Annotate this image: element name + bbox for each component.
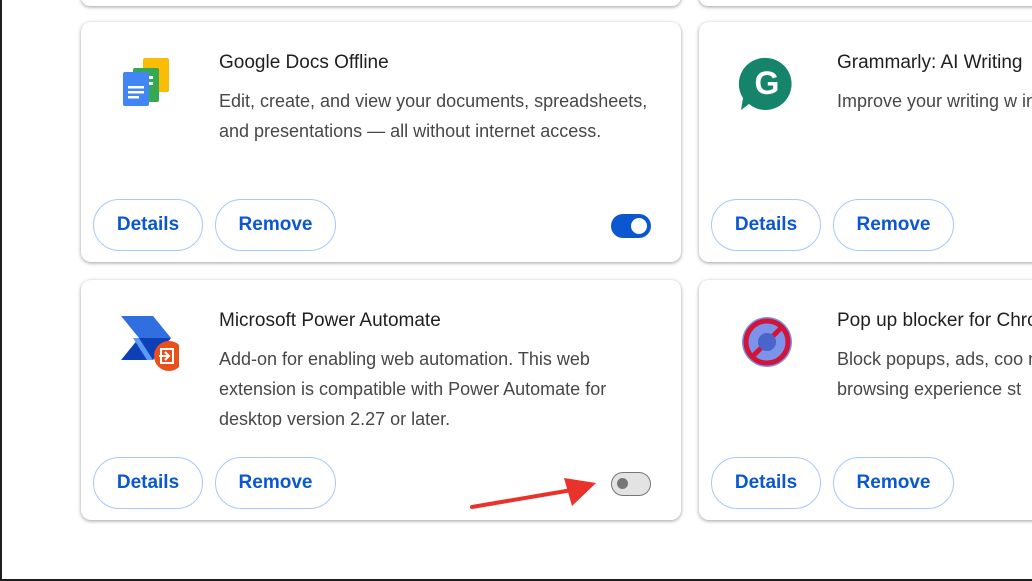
enable-toggle[interactable] — [611, 472, 651, 496]
toggle-knob — [617, 478, 628, 489]
extension-description: Block popups, ads, coo notifications, ad… — [837, 349, 1032, 399]
details-button[interactable]: Details — [711, 457, 821, 509]
details-button[interactable]: Details — [93, 199, 203, 251]
extension-card-google-docs-offline: Google Docs Offline Edit, create, and vi… — [81, 22, 681, 262]
svg-text:G: G — [755, 65, 780, 101]
extension-name: Microsoft Power Automate — [219, 310, 441, 331]
details-button[interactable]: Details — [711, 199, 821, 251]
google-docs-icon — [119, 54, 179, 114]
extension-card-pop-up-blocker: Pop up blocker for Chro Block popups, ad… — [699, 280, 1032, 520]
extension-card-partial — [699, 0, 1032, 6]
annotation-arrow-icon — [470, 478, 596, 509]
remove-button[interactable]: Remove — [833, 457, 954, 509]
extension-description: Improve your writing w including generat… — [837, 91, 1032, 111]
grammarly-icon: G — [737, 54, 797, 114]
extension-card-grammarly: G Grammarly: AI Writing Improve your wri… — [699, 22, 1032, 262]
extension-name: Google Docs Offline — [219, 52, 389, 73]
remove-button[interactable]: Remove — [833, 199, 954, 251]
power-automate-icon — [119, 312, 184, 372]
toggle-knob — [631, 218, 647, 234]
extension-description: Add-on for enabling web automation. This… — [219, 349, 607, 427]
popup-blocker-icon — [737, 312, 797, 372]
remove-button[interactable]: Remove — [215, 457, 336, 509]
enable-toggle[interactable] — [611, 214, 651, 238]
extension-name: Grammarly: AI Writing — [837, 52, 1023, 73]
extension-description: Edit, create, and view your documents, s… — [219, 91, 648, 141]
extension-card-partial — [81, 0, 681, 6]
details-button[interactable]: Details — [93, 457, 203, 509]
extension-name: Pop up blocker for Chro — [837, 310, 1032, 331]
remove-button[interactable]: Remove — [215, 199, 336, 251]
